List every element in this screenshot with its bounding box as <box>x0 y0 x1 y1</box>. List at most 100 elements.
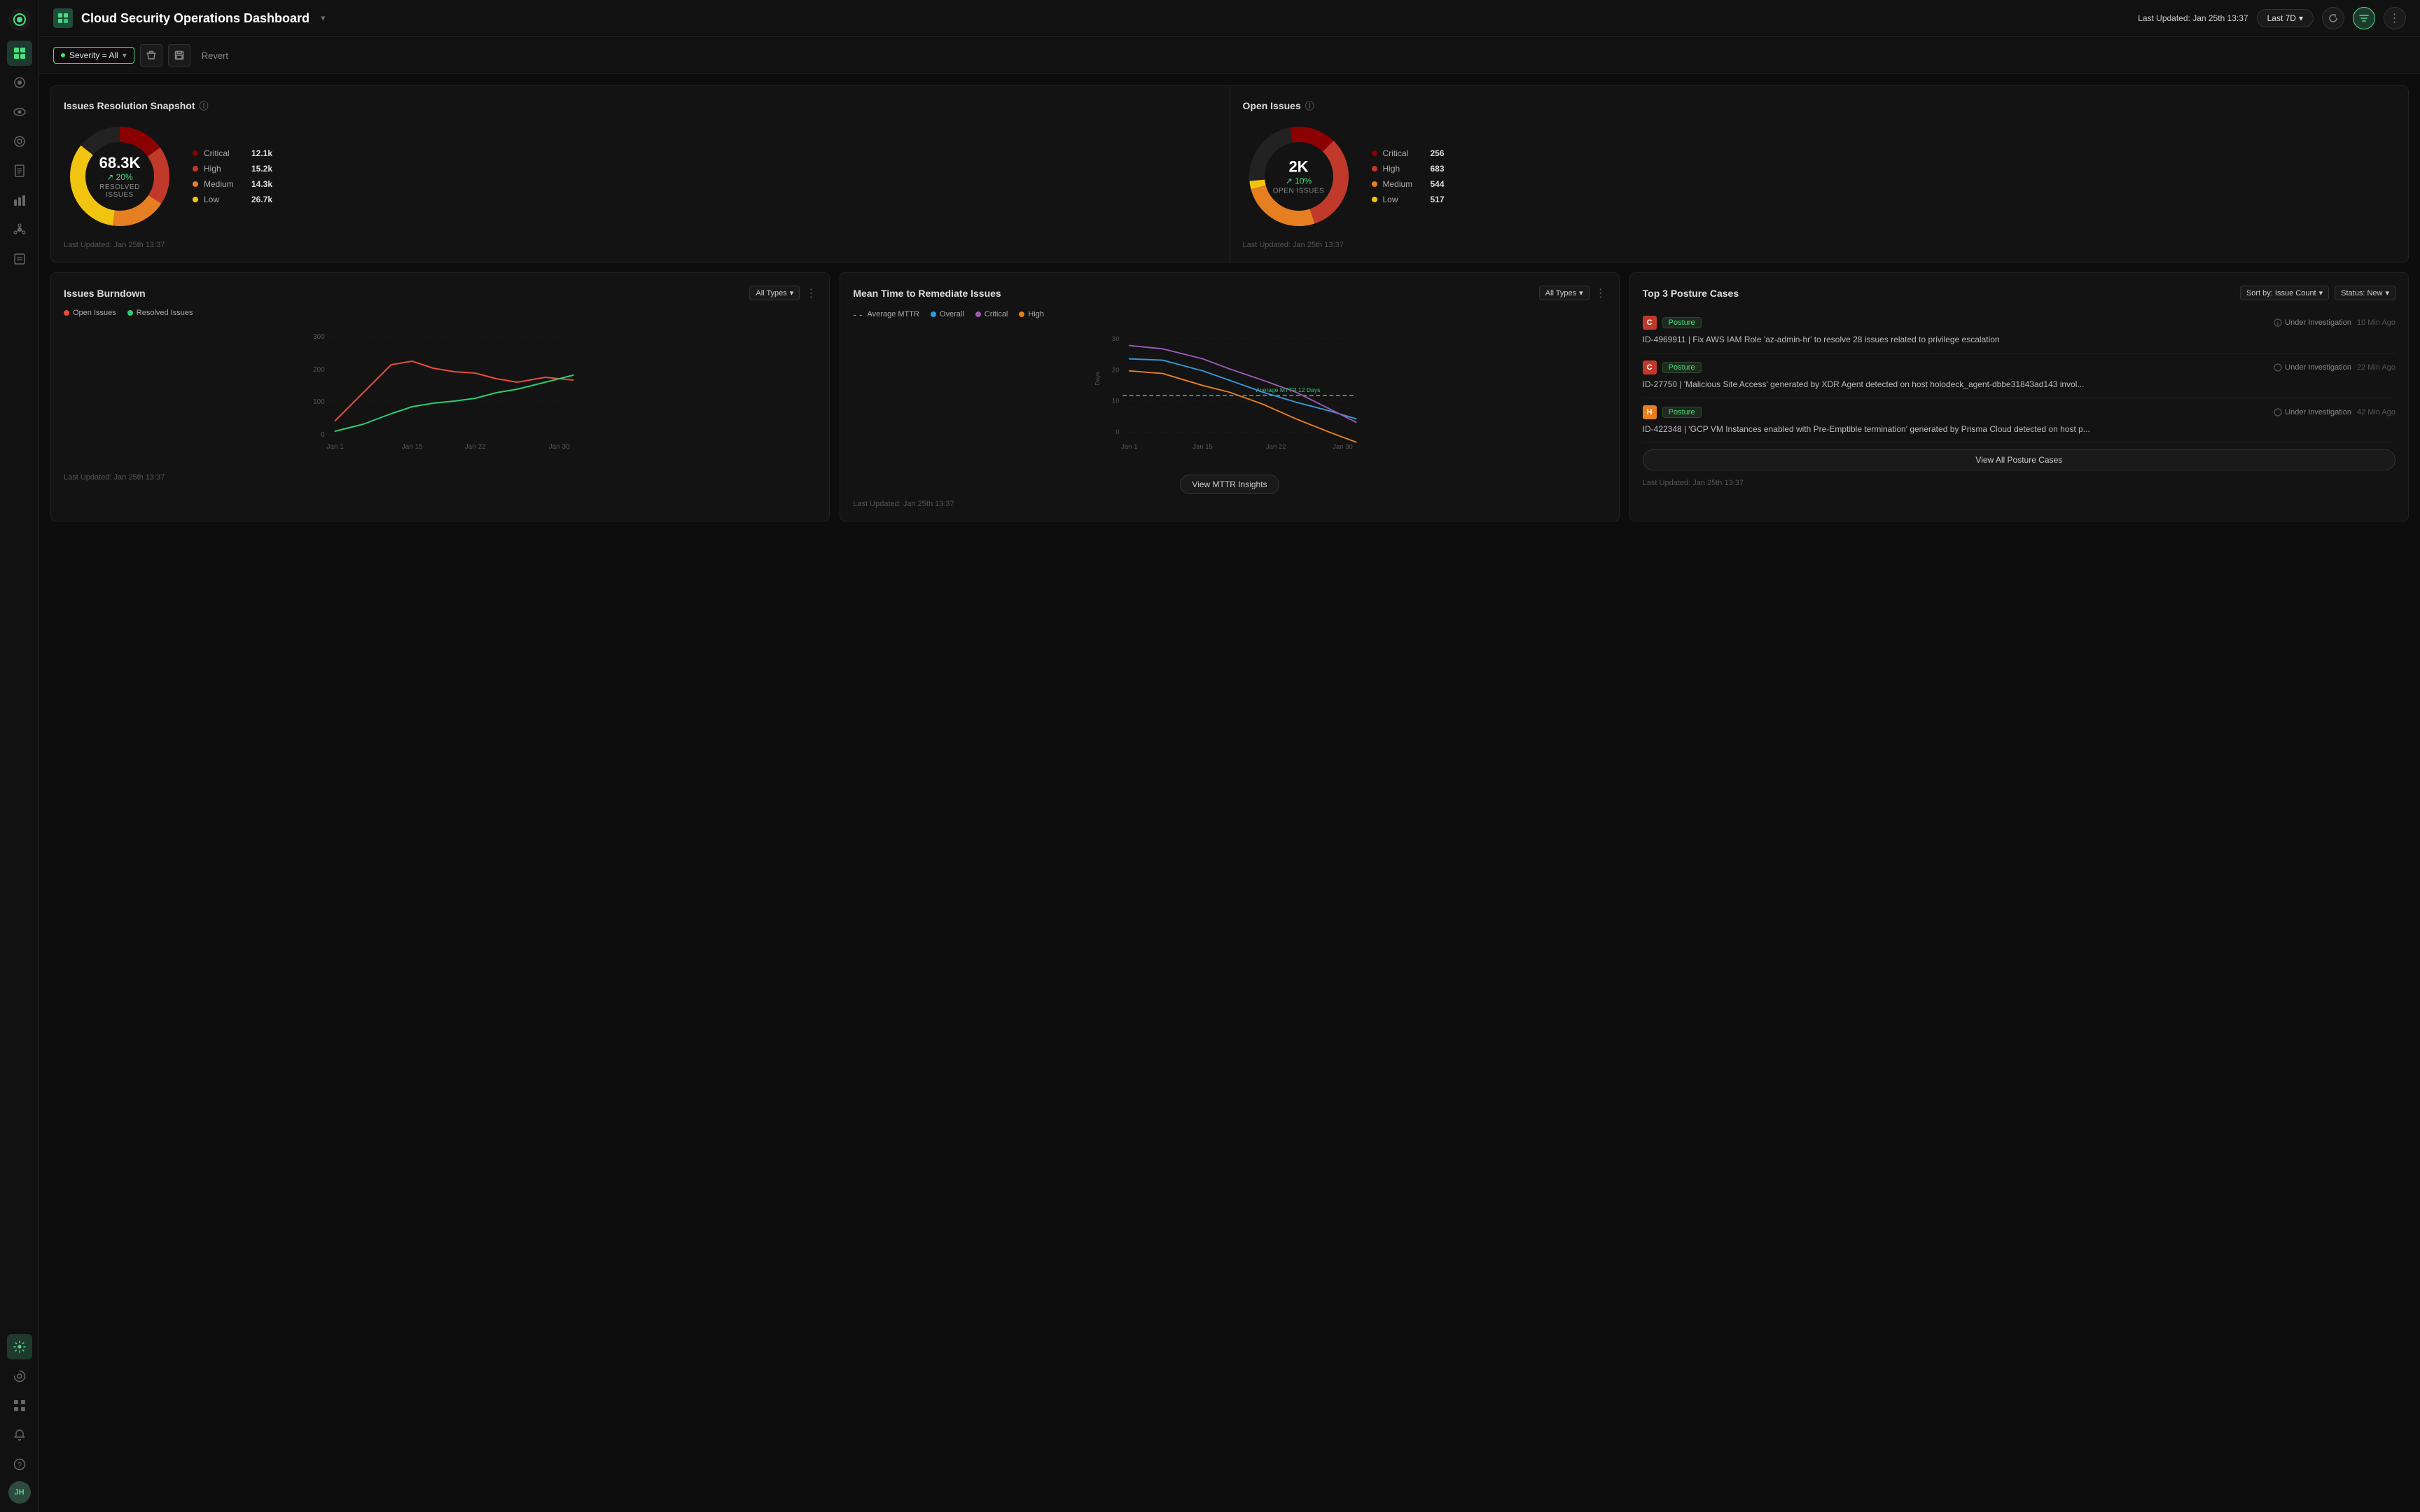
posture-case-1-time: 10 Min Ago <box>2357 318 2395 327</box>
more-options-button[interactable]: ⋮ <box>2384 7 2406 29</box>
svg-text:0: 0 <box>321 431 325 439</box>
svg-text:10: 10 <box>1112 397 1120 405</box>
posture-case-3-time: 42 Min Ago <box>2357 408 2395 416</box>
posture-case-1-tag: Posture <box>1662 317 1702 328</box>
posture-status[interactable]: Status: New ▾ <box>2335 286 2395 300</box>
filter-label: Severity = All <box>69 50 118 60</box>
burndown-open-dot <box>64 310 69 316</box>
open-legend-high: High 683 <box>1372 164 1445 174</box>
posture-case-3-header: H Posture Under Investigation 42 Min Ago <box>1643 405 2395 419</box>
sidebar-item-reports[interactable] <box>7 158 32 183</box>
svg-text:200: 200 <box>313 366 325 374</box>
svg-text:Jan 15: Jan 15 <box>1193 443 1214 451</box>
low-dot <box>193 197 198 202</box>
legend-item-high: High 15.2k <box>193 164 272 174</box>
posture-case-1-meta: C Posture <box>1643 316 1702 330</box>
mttr-updated: Last Updated: Jan 25th 13:37 <box>853 500 1606 508</box>
sidebar-item-grid[interactable] <box>7 1393 32 1418</box>
critical-line-dot <box>975 312 981 317</box>
save-filter-button[interactable] <box>168 44 190 66</box>
investigation-icon-3 <box>2274 408 2282 416</box>
legend-item-critical: Critical 12.1k <box>193 148 272 158</box>
burndown-controls: All Types ▾ ⋮ <box>749 286 816 300</box>
svg-text:Jan 1: Jan 1 <box>326 443 344 451</box>
refresh-button[interactable] <box>2322 7 2344 29</box>
svg-text:20: 20 <box>1112 367 1120 374</box>
mttr-legend-critical: Critical <box>975 309 1008 320</box>
mttr-menu-icon[interactable]: ⋮ <box>1595 286 1606 300</box>
resolved-info-icon: ⓘ <box>199 99 208 112</box>
sidebar-item-alerts[interactable] <box>7 70 32 95</box>
sidebar-item-integrations[interactable] <box>7 217 32 242</box>
severity-filter[interactable]: Severity = All ▾ <box>53 47 134 64</box>
mttr-legend: - - Average MTTR Overall Critical High <box>853 309 1606 320</box>
posture-case-3: H Posture Under Investigation 42 Min Ago… <box>1643 398 2395 443</box>
open-trend: ↗ 10% <box>1273 176 1324 186</box>
svg-text:100: 100 <box>313 398 325 406</box>
filter-button[interactable] <box>2353 7 2375 29</box>
open-legend-low: Low 517 <box>1372 195 1445 204</box>
open-legend: Critical 256 High 683 Medium <box>1372 148 1445 204</box>
page-title: Cloud Security Operations Dashboard <box>81 11 310 26</box>
header: Cloud Security Operations Dashboard ▾ La… <box>39 0 2420 37</box>
avatar[interactable]: JH <box>8 1481 31 1504</box>
svg-text:Days: Days <box>1094 372 1101 386</box>
svg-text:30: 30 <box>1112 335 1120 343</box>
posture-case-3-text: ID-422348 | 'GCP VM Instances enabled wi… <box>1643 424 2395 435</box>
legend-item-medium: Medium 14.3k <box>193 179 272 189</box>
view-all-posture-button[interactable]: View All Posture Cases <box>1643 449 2395 470</box>
open-updated: Last Updated: Jan 25th 13:37 <box>1243 241 2396 249</box>
sidebar-item-gear[interactable] <box>7 1364 32 1389</box>
last-updated-label: Last Updated: Jan 25th 13:37 <box>2138 13 2248 23</box>
posture-case-2-meta: C Posture <box>1643 360 1702 374</box>
revert-button[interactable]: Revert <box>196 48 234 64</box>
view-mttr-button[interactable]: View MTTR Insights <box>1180 475 1279 494</box>
burndown-resolved-dot <box>127 310 133 316</box>
logo[interactable] <box>8 8 31 31</box>
burndown-legend: Open Issues Resolved Issues <box>64 309 816 317</box>
open-critical-dot <box>1372 150 1377 156</box>
sidebar-item-overview[interactable] <box>7 188 32 213</box>
posture-controls: Sort by: Issue Count ▾ Status: New ▾ <box>2240 286 2395 300</box>
open-legend-medium: Medium 544 <box>1372 179 1445 189</box>
svg-text:0: 0 <box>1116 428 1120 436</box>
resolved-trend: ↗ 20% <box>92 172 148 182</box>
sidebar-item-docs[interactable] <box>7 246 32 272</box>
posture-sort[interactable]: Sort by: Issue Count ▾ <box>2240 286 2329 300</box>
sidebar-item-dashboard[interactable] <box>7 41 32 66</box>
sidebar-item-visibility[interactable] <box>7 99 32 125</box>
mttr-filter[interactable]: All Types ▾ <box>1539 286 1590 300</box>
posture-case-2-time: 22 Min Ago <box>2357 363 2395 372</box>
high-dot <box>193 166 198 172</box>
time-range-button[interactable]: Last 7D ▾ <box>2257 9 2314 27</box>
resolved-donut: 68.3K ↗ 20% RESOLVED ISSUES <box>64 120 176 232</box>
title-chevron-icon[interactable]: ▾ <box>321 13 326 24</box>
posture-case-1-status: ℹ Under Investigation <box>2274 318 2351 327</box>
sidebar-item-bell[interactable] <box>7 1422 32 1448</box>
svg-text:ℹ: ℹ <box>2277 321 2279 327</box>
posture-case-1-header: C Posture ℹ Under Investigation 10 Min A… <box>1643 316 2395 330</box>
burndown-filter[interactable]: All Types ▾ <box>749 286 800 300</box>
mttr-legend-overall: Overall <box>931 309 964 320</box>
posture-header: Top 3 Posture Cases Sort by: Issue Count… <box>1643 286 2395 300</box>
open-info-icon: ⓘ <box>1305 99 1314 112</box>
sidebar: ? JH <box>0 0 39 1512</box>
open-value: 2K <box>1273 158 1324 176</box>
open-center: 2K ↗ 10% OPEN ISSUES <box>1273 158 1324 195</box>
sidebar-item-settings-small[interactable] <box>7 129 32 154</box>
open-chart-area: 2K ↗ 10% OPEN ISSUES Critical 256 <box>1243 120 2396 232</box>
sidebar-bottom: ? JH <box>7 1334 32 1504</box>
mttr-title: Mean Time to Remediate Issues <box>853 288 1001 299</box>
svg-text:Jan 22: Jan 22 <box>1266 443 1286 451</box>
content-area: Issues Resolution Snapshot ⓘ <box>39 74 2420 1512</box>
delete-filter-button[interactable] <box>140 44 162 66</box>
sidebar-item-help[interactable]: ? <box>7 1452 32 1477</box>
burndown-menu-icon[interactable]: ⋮ <box>805 286 816 300</box>
resolved-value: 68.3K <box>92 154 148 172</box>
posture-updated: Last Updated: Jan 25th 13:37 <box>1643 479 2395 487</box>
sidebar-item-config[interactable] <box>7 1334 32 1359</box>
burndown-updated: Last Updated: Jan 25th 13:37 <box>64 473 816 482</box>
open-label: OPEN ISSUES <box>1273 188 1324 195</box>
mttr-header: Mean Time to Remediate Issues All Types … <box>853 286 1606 300</box>
main-content: Cloud Security Operations Dashboard ▾ La… <box>39 0 2420 1512</box>
